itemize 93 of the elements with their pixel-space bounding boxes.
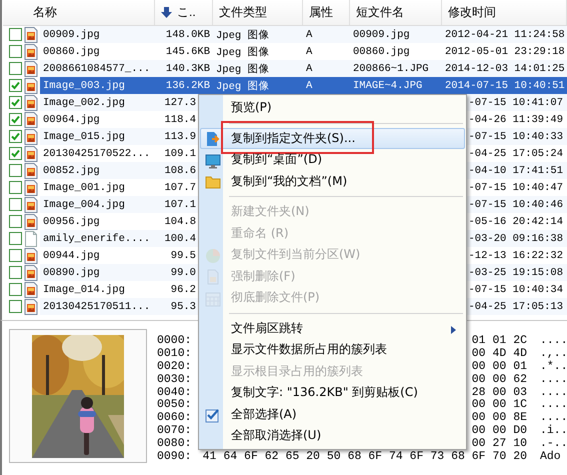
file-attribute: A: [305, 46, 314, 58]
file-name: amily_enerife....: [42, 232, 152, 244]
hex-offset: 0040:: [157, 386, 193, 399]
file-name: 00944.jpg: [42, 250, 101, 262]
modified-time: -04-26 11:39:49: [467, 114, 564, 126]
ascii-text: .i..: [540, 425, 567, 438]
file-size: 99.0: [170, 266, 197, 278]
ascii-text: ....: [540, 399, 567, 412]
ascii-text: Ado: [540, 451, 561, 464]
file-name: 2008661084577_...: [42, 62, 152, 74]
file-name: 20130425170522...: [42, 148, 152, 160]
modified-time: -07-15 10:40:33: [467, 130, 564, 142]
ascii-text: .-..: [540, 438, 567, 450]
file-attribute: A: [305, 62, 314, 74]
hex-bytes: 01 01 2C: [472, 335, 527, 348]
hex-offset: 0010:: [157, 348, 193, 361]
short-file-name: IMAGE~4.JPG: [352, 80, 424, 92]
file-name: 00860.jpg: [42, 46, 101, 58]
hex-offset: 0090:: [157, 451, 193, 464]
file-size: 107.1: [163, 198, 197, 210]
hex-bytes: 41 64 6F 62 65 20 50 68 6F 74 6F 73 68 6F 70 20: [202, 451, 527, 464]
hex-bytes: 00 00 01: [472, 360, 527, 374]
file-name: 20130425170511...: [42, 300, 152, 312]
ascii-text: .,..: [540, 348, 567, 360]
modified-time: -07-15 10:40:46: [467, 198, 564, 210]
file-size: 108.6: [163, 164, 197, 176]
file-size: 95.3: [170, 300, 197, 312]
file-size: 100.4: [163, 232, 197, 244]
hex-bytes: 00 4D 4D: [472, 348, 527, 361]
file-name: Image_015.jpg: [42, 130, 126, 142]
file-size: 107.7: [163, 182, 197, 194]
short-file-name: 200866~1.JPG: [352, 62, 430, 74]
modified-time: -03-25 19:15:08: [467, 266, 564, 278]
modified-time: 2014-12-03 14:01:25: [444, 62, 566, 74]
file-name: 00890.jpg: [42, 266, 101, 278]
file-size: 136.2KB: [164, 80, 211, 92]
file-size: 148.0KB: [164, 28, 211, 40]
file-size: 118.4: [163, 114, 197, 126]
file-size: 113.9: [163, 130, 197, 142]
file-name: Image_003.jpg: [42, 80, 126, 92]
file-name: 00852.jpg: [42, 164, 101, 176]
modified-time: 2014-07-15 10:40:51: [444, 80, 566, 92]
modified-time: -07-15 10:41:07: [467, 96, 564, 108]
ascii-text: ....: [540, 374, 567, 387]
hex-bytes: 28 00 03: [472, 386, 527, 399]
file-size: 109.1: [163, 148, 197, 160]
file-size: 140.3KB: [164, 62, 211, 74]
ascii-text: .*..: [540, 360, 567, 374]
file-size: 96.2: [170, 284, 197, 296]
file-name: 00956.jpg: [42, 216, 101, 228]
hex-bytes: 00 00 1C: [472, 399, 527, 412]
file-size: 127.3: [163, 96, 197, 108]
modified-time: 2012-04-21 11:24:58: [444, 28, 566, 40]
ascii-text: ....: [540, 412, 567, 424]
hex-bytes: 00 27 10: [472, 438, 527, 451]
hex-bytes: 00 00 8E: [472, 412, 527, 425]
hex-offset: 0000:: [157, 335, 193, 348]
file-name: Image_004.jpg: [42, 198, 126, 210]
modified-time: 2012-05-01 23:29:18: [444, 46, 566, 58]
file-attribute: A: [305, 28, 314, 40]
hex-offset: 0060:: [157, 412, 193, 425]
file-name: 00909.jpg: [42, 28, 101, 40]
file-size: 145.6KB: [164, 46, 211, 58]
file-name: Image_001.jpg: [42, 182, 126, 194]
modified-time: -04-25 17:05:24: [467, 148, 564, 160]
hex-offset: 0080:: [157, 438, 193, 451]
modified-time: -05-16 20:42:14: [467, 216, 564, 228]
file-type: Jpeg 图像: [215, 62, 271, 76]
file-size: 99.5: [170, 250, 197, 262]
file-name: 00964.jpg: [42, 114, 101, 126]
modified-time: -04-10 17:41:51: [467, 164, 564, 176]
modified-time: -07-15 10:40:34: [467, 284, 564, 296]
modified-time: -03-20 09:16:38: [467, 232, 564, 244]
file-type: Jpeg 图像: [215, 80, 271, 92]
file-name: Image_014.jpg: [42, 284, 126, 296]
ascii-text: ....: [540, 386, 567, 400]
short-file-name: 00860.jpg: [352, 46, 411, 58]
hex-offset: 0070:: [157, 425, 193, 438]
modified-time: -04-25 17:05:13: [467, 300, 564, 312]
hex-offset: 0050:: [157, 399, 193, 412]
hex-bytes: 00 00 62: [472, 374, 527, 387]
modified-time: -12-13 16:22:32: [467, 250, 564, 262]
hex-offset: 0020:: [157, 360, 193, 374]
hex-bytes: 00 00 D0: [472, 425, 527, 438]
file-type: Jpeg 图像: [215, 28, 271, 42]
file-attribute: A: [305, 80, 314, 92]
file-name: Image_002.jpg: [42, 96, 126, 108]
short-file-name: 00909.jpg: [352, 28, 411, 40]
file-type: Jpeg 图像: [215, 46, 271, 58]
ascii-text: ....: [540, 335, 567, 348]
modified-time: -07-15 10:40:47: [467, 182, 564, 194]
file-size: 104.8: [163, 216, 197, 228]
hex-offset: 0030:: [157, 374, 193, 387]
